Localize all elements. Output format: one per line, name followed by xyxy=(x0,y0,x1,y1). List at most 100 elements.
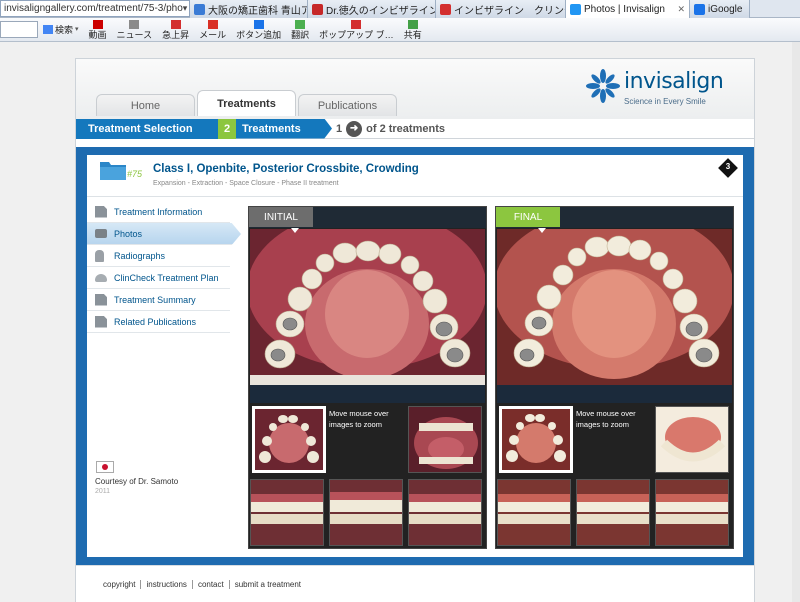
footer-link-contact[interactable]: contact xyxy=(193,579,230,589)
site-header: invisalign Science in Every Smile Home T… xyxy=(76,59,754,119)
page-scrollbar[interactable] xyxy=(792,42,800,602)
initial-thumb-lower[interactable] xyxy=(408,406,482,473)
case-title: Class I, Openbite, Posterior Crossbite, … xyxy=(153,163,419,175)
igoogle-icon xyxy=(694,3,705,15)
final-thumb-left[interactable] xyxy=(655,479,729,546)
toolbar-button-trending[interactable]: 急上昇 xyxy=(157,19,194,40)
tab-label: Dr.徳久のインビザライン… xyxy=(326,5,435,17)
thumb-photo xyxy=(498,480,570,545)
case-header: #75 Class I, Openbite, Posterior Crossbi… xyxy=(87,155,743,197)
browser-tab-bar: invisaligngallery.com/treatment/75-3/pho… xyxy=(0,0,800,18)
footer-link-copyright[interactable]: copyright xyxy=(98,579,142,589)
toolbar-button-news[interactable]: ニュース xyxy=(112,19,158,40)
youtube-icon xyxy=(92,19,103,29)
sidebar-item-treatment-information[interactable]: Treatment Information xyxy=(87,201,230,223)
photo-pointer-icon xyxy=(291,228,299,233)
tab-label: 大阪の矯正歯科 青山アー… xyxy=(208,5,307,17)
tab-label: iGoogle xyxy=(708,3,743,15)
sidebar-nav: Treatment Information Photos Radiographs… xyxy=(87,201,241,333)
page-container: invisalign Science in Every Smile Home T… xyxy=(75,58,755,602)
gmail-icon xyxy=(207,19,218,29)
toolbar-button-popup[interactable]: ポップアップ ブ… xyxy=(314,19,399,40)
tooth-icon xyxy=(95,249,104,262)
final-thumb-upper[interactable] xyxy=(499,406,573,473)
next-treatment-arrow-icon[interactable]: ➜ xyxy=(346,120,363,137)
address-url: invisaligngallery.com/treatment/75-3/pho xyxy=(4,3,183,14)
popup-blocker-icon xyxy=(351,19,362,29)
initial-thumb-right[interactable] xyxy=(250,479,324,546)
sidebar-item-clincheck[interactable]: ClinCheck Treatment Plan xyxy=(87,267,230,289)
case-frame: #75 Class I, Openbite, Posterior Crossbi… xyxy=(76,147,754,567)
browser-tab-2[interactable]: Dr.徳久のインビザライン… xyxy=(308,0,436,18)
browser-tab-5[interactable]: iGoogle xyxy=(690,0,750,18)
difficulty-level: 3 xyxy=(725,162,731,171)
final-thumb-lower[interactable] xyxy=(655,406,729,473)
tab-favicon-icon xyxy=(194,3,205,15)
breadcrumb-treatment-selection[interactable]: Treatment Selection xyxy=(76,118,218,139)
treatment-total: of 2 treatments xyxy=(366,122,445,135)
final-photo-panel: FINAL Move mouse over images to zoom xyxy=(495,206,734,549)
browser-tab-active[interactable]: Photos | Invisalign ✕ xyxy=(566,0,690,18)
logo-tagline: Science in Every Smile xyxy=(624,97,706,106)
news-icon xyxy=(129,19,140,29)
zoom-hint: Move mouse over images to zoom xyxy=(576,409,636,429)
case-content: #75 Class I, Openbite, Posterior Crossbi… xyxy=(87,155,743,557)
final-thumb-front[interactable] xyxy=(576,479,650,546)
google-icon xyxy=(43,24,53,34)
thumb-photo xyxy=(502,409,570,470)
initial-thumb-upper[interactable] xyxy=(252,406,326,473)
trending-icon xyxy=(170,19,181,29)
document-icon xyxy=(95,293,107,306)
tab-publications[interactable]: Publications xyxy=(298,94,397,116)
final-label: FINAL xyxy=(496,207,560,227)
final-thumb-right[interactable] xyxy=(497,479,571,546)
chevron-down-icon: ▾ xyxy=(75,25,79,33)
tab-home[interactable]: Home xyxy=(96,94,195,116)
photo-caption-strip xyxy=(497,385,732,403)
initial-photo-panel: INITIAL Move mouse over images to zoom xyxy=(248,206,487,549)
document-icon xyxy=(95,315,107,328)
toolbar-button-mail[interactable]: メール xyxy=(194,19,231,40)
aligner-icon xyxy=(95,273,107,282)
address-bar[interactable]: invisaligngallery.com/treatment/75-3/pho… xyxy=(0,0,190,17)
initial-thumb-front[interactable] xyxy=(329,479,403,546)
footer-link-instructions[interactable]: instructions xyxy=(141,579,193,589)
toolbar-button-share[interactable]: 共有 xyxy=(399,19,427,40)
camera-icon xyxy=(95,229,107,238)
document-icon xyxy=(95,205,107,218)
zoom-hint: Move mouse over images to zoom xyxy=(329,409,389,429)
thumb-photo xyxy=(577,480,649,545)
initial-thumb-left[interactable] xyxy=(408,479,482,546)
sidebar-item-treatment-summary[interactable]: Treatment Summary xyxy=(87,289,230,311)
photo-caption-strip xyxy=(250,385,485,403)
toolbar-button-add[interactable]: ボタン追加 xyxy=(231,19,286,40)
logo-star-icon xyxy=(586,69,620,103)
sidebar-item-photos[interactable]: Photos xyxy=(87,223,241,245)
thumb-photo xyxy=(330,480,402,545)
address-controls[interactable]: ▾ ⌕ ▾ ⊠ ↻ ✕ xyxy=(183,3,189,14)
toolbar-button-video[interactable]: 動画 xyxy=(84,19,112,40)
thumb-photo xyxy=(409,407,481,472)
share-icon xyxy=(407,19,418,29)
plus-icon xyxy=(253,19,264,29)
tab-treatments[interactable]: Treatments xyxy=(197,90,296,116)
tab-favicon-icon xyxy=(312,3,323,15)
close-tab-icon[interactable]: ✕ xyxy=(677,4,685,15)
invisalign-logo[interactable]: invisalign Science in Every Smile xyxy=(584,65,724,109)
treatment-current: 1 xyxy=(336,122,343,135)
toolbar-button-translate[interactable]: 翻訳 xyxy=(286,19,314,40)
translate-icon xyxy=(295,19,306,29)
thumb-photo xyxy=(251,480,323,545)
toolbar-search-button[interactable]: 検索 ▾ xyxy=(38,24,84,35)
sidebar-item-radiographs[interactable]: Radiographs xyxy=(87,245,230,267)
browser-toolbar: 検索 ▾ 動画 ニュース 急上昇 メール ボタン追加 翻訳 ポップアップ ブ… … xyxy=(0,18,800,42)
initial-main-photo[interactable] xyxy=(250,229,485,385)
browser-tab-1[interactable]: 大阪の矯正歯科 青山アー… xyxy=(190,0,308,18)
case-tags: Expansion - Extraction - Space Closure -… xyxy=(153,180,339,187)
sidebar-item-related-publications[interactable]: Related Publications xyxy=(87,311,230,333)
treatment-counter: 1 ➜ of 2 treatments xyxy=(336,120,445,137)
browser-tab-3[interactable]: インビザライン クリンチ… xyxy=(436,0,566,18)
footer-link-submit[interactable]: submit a treatment xyxy=(230,580,306,589)
toolbar-search-input[interactable] xyxy=(0,21,38,38)
final-main-photo[interactable] xyxy=(497,229,732,385)
